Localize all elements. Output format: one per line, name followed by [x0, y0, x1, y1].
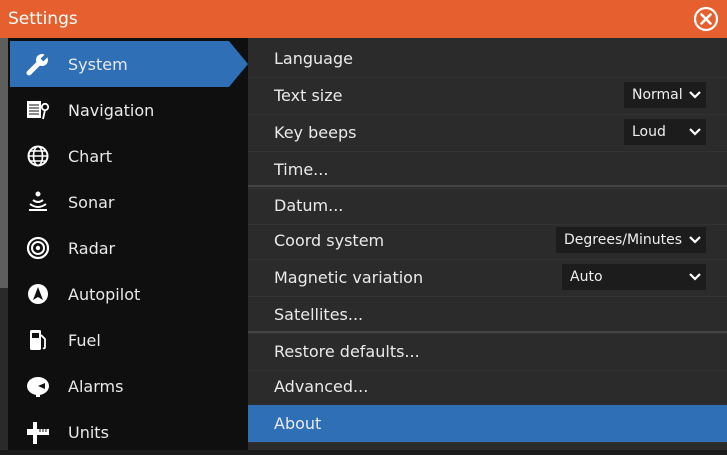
sidebar-scroll-thumb[interactable] [0, 38, 8, 288]
magnetic-variation-dropdown[interactable]: Auto [562, 264, 706, 290]
wrench-icon [16, 41, 60, 87]
setting-label: Magnetic variation [274, 268, 424, 287]
sidebar-item-system[interactable]: System [10, 41, 248, 87]
sonar-icon [16, 179, 60, 225]
chevron-down-icon [684, 91, 706, 99]
sidebar-item-autopilot[interactable]: Autopilot [10, 271, 248, 317]
setting-label: About [274, 414, 322, 433]
coord-system-dropdown[interactable]: Degrees/Minutes [556, 227, 706, 253]
sidebar-item-fuel[interactable]: Fuel [10, 317, 248, 363]
sidebar-item-label: Units [68, 422, 109, 442]
alarm-icon [16, 363, 60, 409]
setting-label: Datum... [274, 196, 344, 215]
sidebar-item-label: Radar [68, 238, 116, 258]
setting-coord-system[interactable]: Coord system Degrees/Minutes [248, 222, 727, 260]
sidebar-item-label: System [68, 54, 128, 74]
chevron-down-icon [684, 273, 706, 281]
sidebar-item-units[interactable]: Units [10, 409, 248, 455]
key-beeps-dropdown[interactable]: Loud [624, 119, 706, 145]
globe-icon [16, 133, 60, 179]
sidebar-item-label: Fuel [68, 330, 101, 350]
setting-label: Restore defaults... [274, 342, 420, 361]
setting-label: Advanced... [274, 377, 369, 396]
settings-sidebar: System Navigation Chart Sonar Radar Auto… [0, 38, 248, 450]
autopilot-icon [16, 271, 60, 317]
dropdown-value: Auto [570, 269, 603, 285]
sidebar-item-label: Navigation [68, 100, 155, 120]
title-bar: Settings [0, 0, 727, 38]
close-icon[interactable] [693, 6, 719, 32]
dropdown-value: Normal [632, 87, 683, 103]
setting-label: Text size [274, 86, 343, 105]
fuel-icon [16, 317, 60, 363]
setting-text-size[interactable]: Text size Normal [248, 77, 727, 115]
units-icon [16, 409, 60, 455]
setting-restore-defaults[interactable]: Restore defaults... [248, 331, 727, 371]
dropdown-value: Loud [632, 124, 666, 140]
setting-time[interactable]: Time... [248, 151, 727, 189]
settings-panel: Language Text size Normal Key beeps Loud… [248, 38, 727, 450]
setting-datum[interactable]: Datum... [248, 185, 727, 225]
dropdown-value: Degrees/Minutes [564, 232, 683, 248]
setting-key-beeps[interactable]: Key beeps Loud [248, 114, 727, 152]
sidebar-item-radar[interactable]: Radar [10, 225, 248, 271]
navigation-icon [16, 87, 60, 133]
setting-advanced[interactable]: Advanced... [248, 368, 727, 406]
text-size-dropdown[interactable]: Normal [624, 82, 706, 108]
setting-language[interactable]: Language [248, 40, 727, 78]
setting-label: Key beeps [274, 123, 357, 142]
sidebar-item-alarms[interactable]: Alarms [10, 363, 248, 409]
sidebar-item-label: Alarms [68, 376, 124, 396]
sidebar-item-label: Autopilot [68, 284, 141, 304]
sidebar-item-chart[interactable]: Chart [10, 133, 248, 179]
sidebar-item-label: Chart [68, 146, 112, 166]
chevron-down-icon [684, 236, 706, 244]
sidebar-item-sonar[interactable]: Sonar [10, 179, 248, 225]
setting-label: Coord system [274, 231, 385, 250]
sidebar-item-label: Sonar [68, 192, 115, 212]
window-title: Settings [8, 9, 78, 29]
chevron-down-icon [684, 128, 706, 136]
sidebar-item-navigation[interactable]: Navigation [10, 87, 248, 133]
setting-label: Satellites... [274, 305, 364, 324]
setting-magnetic-variation[interactable]: Magnetic variation Auto [248, 259, 727, 297]
setting-label: Language [274, 49, 353, 68]
radar-icon [16, 225, 60, 271]
setting-about[interactable]: About [248, 405, 727, 443]
setting-satellites[interactable]: Satellites... [248, 296, 727, 334]
setting-label: Time... [274, 160, 329, 179]
